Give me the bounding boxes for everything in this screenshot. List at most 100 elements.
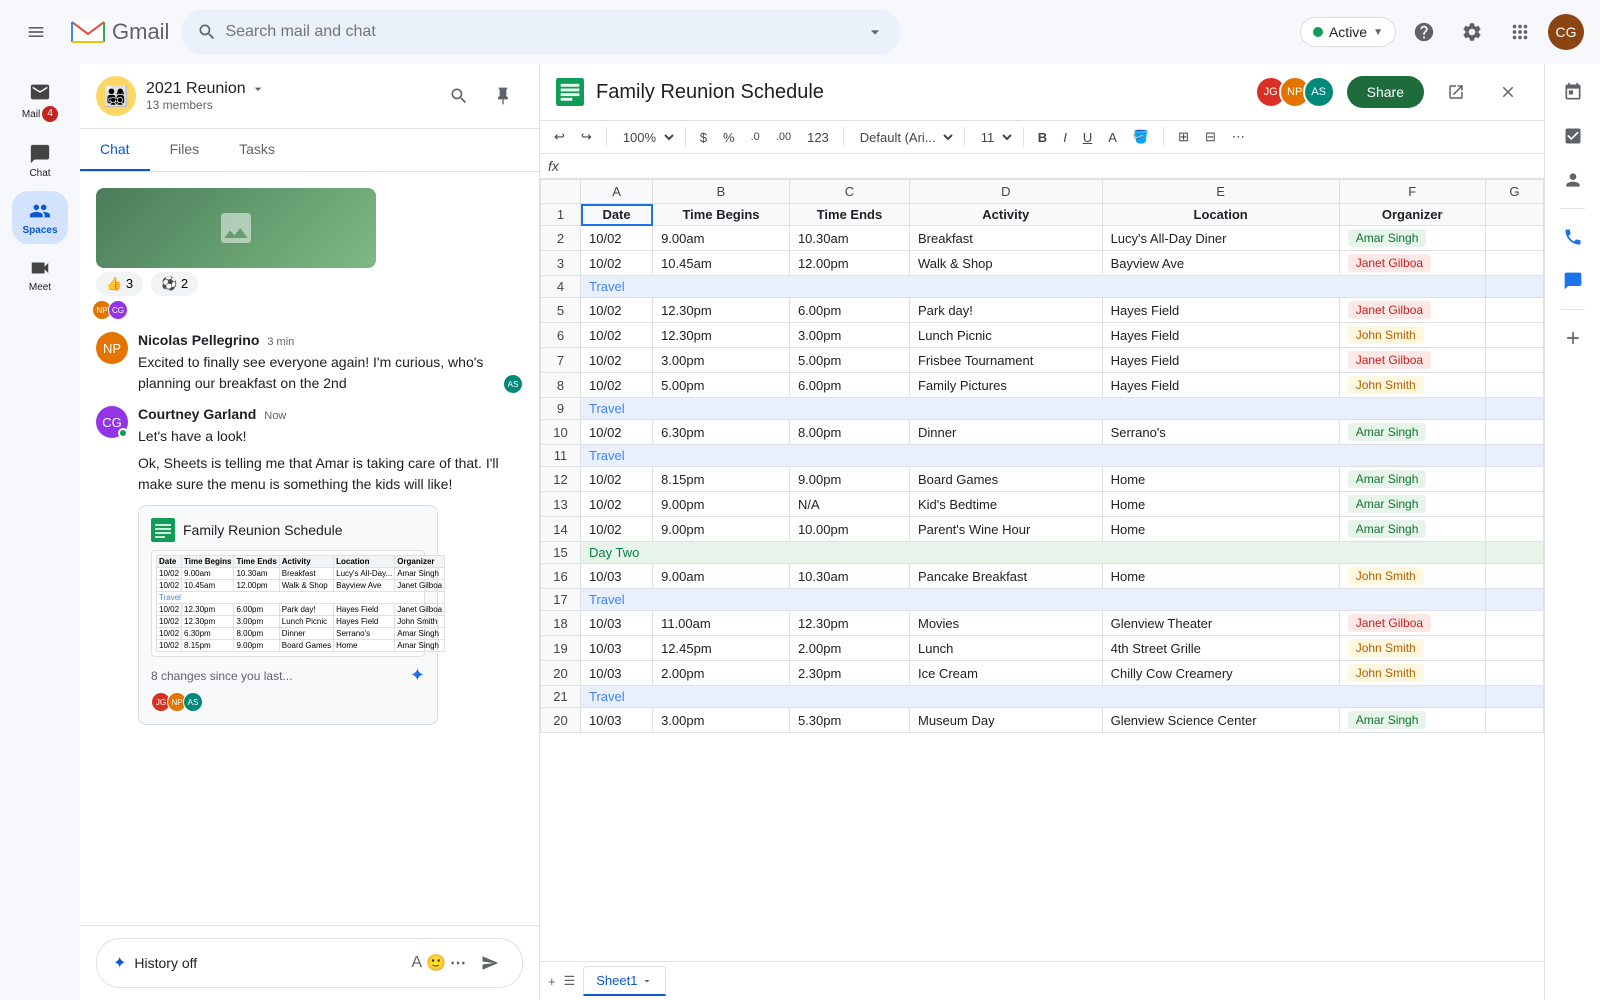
cell-b8[interactable]: 5.00pm	[653, 373, 790, 398]
cell-b13[interactable]: 9.00pm	[653, 492, 790, 517]
cell-b3[interactable]: 10.45am	[653, 251, 790, 276]
cell-d7[interactable]: Frisbee Tournament	[909, 348, 1102, 373]
cell-e2[interactable]: Lucy's All-Day Diner	[1102, 226, 1339, 251]
cell-b7[interactable]: 3.00pm	[653, 348, 790, 373]
cell-c19[interactable]: 2.00pm	[789, 636, 909, 661]
cell-e20[interactable]: Chilly Cow Creamery	[1102, 661, 1339, 686]
cell-d1[interactable]: Activity	[909, 204, 1102, 226]
cell-a19[interactable]: 10/03	[581, 636, 653, 661]
cell-e6[interactable]: Hayes Field	[1102, 323, 1339, 348]
borders-button[interactable]: ⊞	[1172, 125, 1195, 149]
group-dropdown-icon[interactable]	[250, 81, 266, 97]
decimal2-button[interactable]: .00	[770, 127, 797, 147]
cell-g20[interactable]	[1485, 661, 1543, 686]
cell-c7[interactable]: 5.00pm	[789, 348, 909, 373]
cell-d5[interactable]: Park day!	[909, 298, 1102, 323]
close-sheets-button[interactable]	[1488, 72, 1528, 112]
cell-c13[interactable]: N/A	[789, 492, 909, 517]
cell-d8[interactable]: Family Pictures	[909, 373, 1102, 398]
cell-f7[interactable]: Janet Gilboa	[1339, 348, 1485, 373]
cell-g3[interactable]	[1485, 251, 1543, 276]
chat-input[interactable]	[134, 955, 403, 971]
cell-f20[interactable]: John Smith	[1339, 661, 1485, 686]
add-sheet-button[interactable]: +	[548, 974, 556, 989]
percent-button[interactable]: %	[717, 126, 741, 149]
spreadsheet-container[interactable]: A B C D E F G 1 Date Time Begins	[540, 179, 1544, 961]
cell-e16[interactable]: Home	[1102, 564, 1339, 589]
settings-button[interactable]	[1452, 12, 1492, 52]
cell-f13[interactable]: Amar Singh	[1339, 492, 1485, 517]
cell-c6[interactable]: 3.00pm	[789, 323, 909, 348]
cell-g8[interactable]	[1485, 373, 1543, 398]
cell-g16[interactable]	[1485, 564, 1543, 589]
italic-button[interactable]: I	[1057, 126, 1073, 149]
cell-travel-3[interactable]: Travel	[581, 445, 1486, 467]
decimal1-button[interactable]: .0	[745, 127, 766, 147]
cell-d6[interactable]: Lunch Picnic	[909, 323, 1102, 348]
cell-d12[interactable]: Board Games	[909, 467, 1102, 492]
cell-c5[interactable]: 6.00pm	[789, 298, 909, 323]
cell-f3[interactable]: Janet Gilboa	[1339, 251, 1485, 276]
cell-e19[interactable]: 4th Street Grille	[1102, 636, 1339, 661]
cell-e8[interactable]: Hayes Field	[1102, 373, 1339, 398]
cell-e18[interactable]: Glenview Theater	[1102, 611, 1339, 636]
search-input[interactable]	[225, 23, 857, 41]
cell-f16[interactable]: John Smith	[1339, 564, 1485, 589]
help-button[interactable]	[1404, 12, 1444, 52]
cell-d19[interactable]: Lunch	[909, 636, 1102, 661]
main-menu-button[interactable]	[16, 12, 56, 52]
cell-g1[interactable]	[1485, 204, 1543, 226]
cell-c2[interactable]: 10.30am	[789, 226, 909, 251]
cell-g18[interactable]	[1485, 611, 1543, 636]
cell-g13[interactable]	[1485, 492, 1543, 517]
cell-g5[interactable]	[1485, 298, 1543, 323]
cell-g15[interactable]	[1485, 542, 1543, 564]
cell-e12[interactable]: Home	[1102, 467, 1339, 492]
tab-files[interactable]: Files	[150, 129, 220, 171]
cell-f10[interactable]: Amar Singh	[1339, 420, 1485, 445]
cell-d14[interactable]: Parent's Wine Hour	[909, 517, 1102, 542]
text-color-button[interactable]: A	[1102, 126, 1123, 149]
cell-c20[interactable]: 2.30pm	[789, 661, 909, 686]
open-sheets-button[interactable]	[1436, 72, 1476, 112]
cell-g22[interactable]	[1485, 708, 1543, 733]
cell-c8[interactable]: 6.00pm	[789, 373, 909, 398]
cell-d13[interactable]: Kid's Bedtime	[909, 492, 1102, 517]
cell-c10[interactable]: 8.00pm	[789, 420, 909, 445]
cell-g7[interactable]	[1485, 348, 1543, 373]
cell-b22[interactable]: 3.00pm	[653, 708, 790, 733]
cell-e22[interactable]: Glenview Science Center	[1102, 708, 1339, 733]
cell-d3[interactable]: Walk & Shop	[909, 251, 1102, 276]
cell-f5[interactable]: Janet Gilboa	[1339, 298, 1485, 323]
search-bar[interactable]	[181, 9, 901, 55]
cell-a13[interactable]: 10/02	[581, 492, 653, 517]
add-quick-button[interactable]	[1553, 318, 1593, 358]
cell-g12[interactable]	[1485, 467, 1543, 492]
cell-d10[interactable]: Dinner	[909, 420, 1102, 445]
cell-daytwo[interactable]: Day Two	[581, 542, 1486, 564]
cell-travel-1[interactable]: Travel	[581, 276, 1486, 298]
cell-a3[interactable]: 10/02	[581, 251, 653, 276]
cell-a1[interactable]: Date	[581, 204, 653, 226]
cell-a8[interactable]: 10/02	[581, 373, 653, 398]
cell-g11[interactable]	[1485, 445, 1543, 467]
cell-b10[interactable]: 6.30pm	[653, 420, 790, 445]
cell-f19[interactable]: John Smith	[1339, 636, 1485, 661]
pin-button[interactable]	[483, 76, 523, 116]
underline-button[interactable]: U	[1077, 126, 1098, 149]
cell-b19[interactable]: 12.45pm	[653, 636, 790, 661]
cell-g9[interactable]	[1485, 398, 1543, 420]
cell-d16[interactable]: Pancake Breakfast	[909, 564, 1102, 589]
cell-e10[interactable]: Serrano's	[1102, 420, 1339, 445]
cell-f22[interactable]: Amar Singh	[1339, 708, 1485, 733]
sidebar-item-chat[interactable]: Chat	[12, 134, 68, 187]
cell-b6[interactable]: 12.30pm	[653, 323, 790, 348]
share-button[interactable]: Share	[1347, 76, 1424, 108]
cell-c3[interactable]: 12.00pm	[789, 251, 909, 276]
cell-e1[interactable]: Location	[1102, 204, 1339, 226]
reaction-soccer[interactable]: ⚽ 2	[151, 272, 198, 296]
cell-a2[interactable]: 10/02	[581, 226, 653, 251]
merge-button[interactable]: ⊟	[1199, 125, 1222, 149]
cell-a12[interactable]: 10/02	[581, 467, 653, 492]
cell-a5[interactable]: 10/02	[581, 298, 653, 323]
